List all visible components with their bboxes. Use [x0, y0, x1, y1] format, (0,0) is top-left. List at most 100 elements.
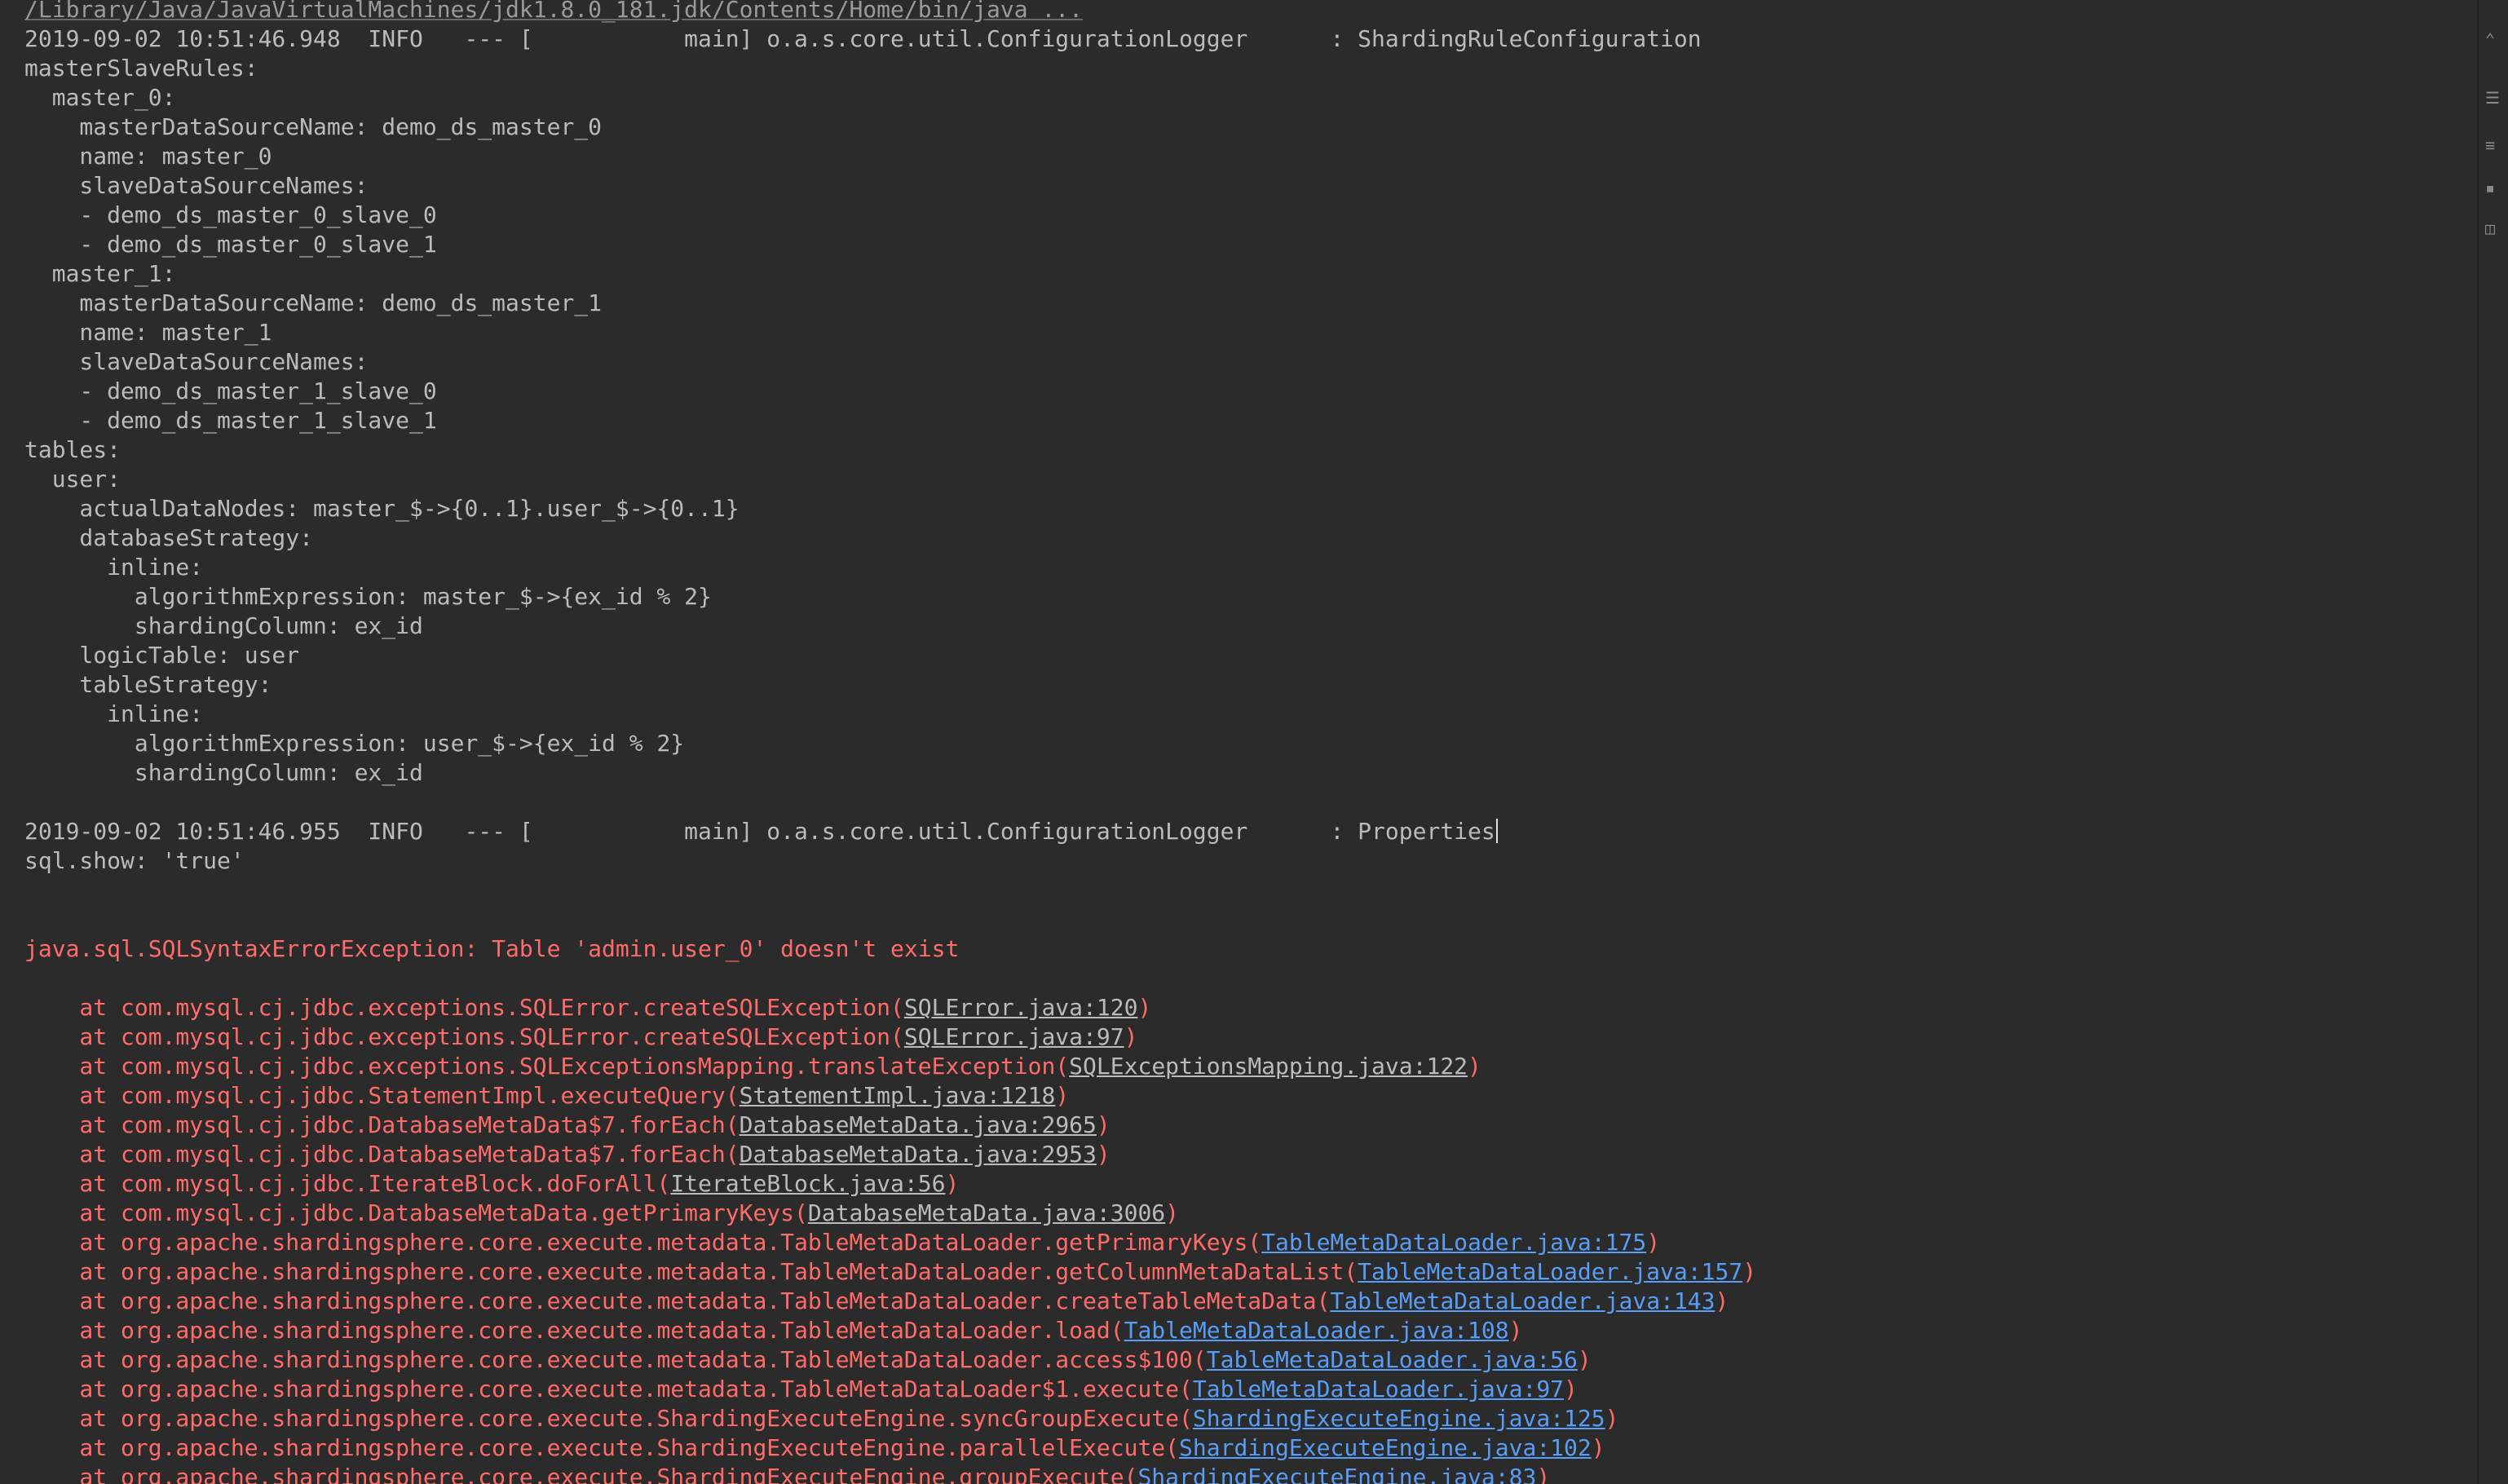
line-text: at com.mysql.cj.jdbc.DatabaseMetaData$7.…: [24, 1111, 740, 1138]
error-line: at org.apache.shardingsphere.core.execut…: [24, 1316, 1522, 1345]
line-text: name: master_0: [24, 143, 272, 170]
error-line: at org.apache.shardingsphere.core.execut…: [24, 1433, 1605, 1463]
line-text: shardingColumn: ex_id: [24, 612, 423, 639]
clear-all-icon[interactable]: ◫: [2485, 220, 2498, 236]
source-link[interactable]: SQLError.java:97: [904, 1023, 1124, 1050]
line-text: shardingColumn: ex_id: [24, 759, 423, 786]
console-output[interactable]: /Library/Java/JavaVirtualMachines/jdk1.8…: [0, 0, 2479, 1484]
line-text: databaseStrategy:: [24, 524, 314, 551]
log-line: master_1:: [24, 259, 176, 289]
error-line: at com.mysql.cj.jdbc.StatementImpl.execu…: [24, 1081, 1069, 1111]
source-link[interactable]: TableMetaDataLoader.java:157: [1358, 1258, 1742, 1285]
line-text: at org.apache.shardingsphere.core.execut…: [24, 1229, 1262, 1256]
log-line: algorithmExpression: user_$->{ex_id % 2}: [24, 729, 684, 758]
source-link[interactable]: TableMetaDataLoader.java:97: [1193, 1376, 1564, 1402]
line-text: at org.apache.shardingsphere.core.execut…: [24, 1287, 1331, 1314]
log-line: algorithmExpression: master_$->{ex_id % …: [24, 582, 712, 612]
line-text: - demo_ds_master_0_slave_1: [24, 231, 437, 258]
log-line: shardingColumn: ex_id: [24, 612, 423, 641]
line-text: at com.mysql.cj.jdbc.exceptions.SQLError…: [24, 1023, 904, 1050]
source-link[interactable]: StatementImpl.java:1218: [740, 1082, 1056, 1109]
log-line: - demo_ds_master_1_slave_1: [24, 406, 437, 435]
line-text: ): [1605, 1405, 1619, 1432]
line-text: ): [945, 1170, 960, 1197]
line-text: ): [1096, 1141, 1110, 1168]
console-toolbar: ⌃ ☰ ≡ ▪ ◫: [2477, 0, 2508, 1484]
source-link[interactable]: TableMetaDataLoader.java:143: [1330, 1287, 1715, 1314]
log-line: tableStrategy:: [24, 670, 272, 700]
line-text: tables:: [24, 436, 121, 463]
line-text: at org.apache.shardingsphere.core.execut…: [24, 1376, 1193, 1402]
line-text: ): [1096, 1111, 1110, 1138]
line-text: slaveDataSourceNames:: [24, 348, 369, 375]
error-line: at org.apache.shardingsphere.core.execut…: [24, 1287, 1729, 1316]
line-text: at com.mysql.cj.jdbc.exceptions.SQLError…: [24, 994, 904, 1021]
line-text: algorithmExpression: master_$->{ex_id % …: [24, 583, 712, 610]
line-text: slaveDataSourceNames:: [24, 172, 369, 199]
line-text: at com.mysql.cj.jdbc.DatabaseMetaData$7.…: [24, 1141, 740, 1168]
command-line: /Library/Java/JavaVirtualMachines/jdk1.8…: [24, 0, 1083, 24]
line-text: at com.mysql.cj.jdbc.StatementImpl.execu…: [24, 1082, 740, 1109]
error-line: at org.apache.shardingsphere.core.execut…: [24, 1345, 1592, 1375]
log-line: master_0:: [24, 83, 176, 113]
log-line: sql.show: 'true': [24, 846, 245, 876]
source-link[interactable]: DatabaseMetaData.java:2953: [740, 1141, 1097, 1168]
error-line: at com.mysql.cj.jdbc.DatabaseMetaData$7.…: [24, 1140, 1110, 1169]
error-line: at com.mysql.cj.jdbc.DatabaseMetaData.ge…: [24, 1199, 1179, 1228]
log-line: actualDataNodes: master_$->{0..1}.user_$…: [24, 494, 740, 523]
line-text: at com.mysql.cj.jdbc.DatabaseMetaData.ge…: [24, 1199, 808, 1226]
scroll-to-end-icon[interactable]: ≡: [2485, 137, 2498, 153]
source-link[interactable]: DatabaseMetaData.java:3006: [808, 1199, 1165, 1226]
line-text: java.sql.SQLSyntaxErrorException: Table …: [24, 935, 960, 962]
log-line: tables:: [24, 435, 121, 465]
log-line: masterSlaveRules:: [24, 54, 258, 83]
source-link[interactable]: TableMetaDataLoader.java:175: [1261, 1229, 1646, 1256]
line-text: ): [1124, 1023, 1138, 1050]
log-line: masterDataSourceName: demo_ds_master_0: [24, 113, 602, 142]
line-text: - demo_ds_master_0_slave_0: [24, 201, 437, 228]
error-line: java.sql.SQLSyntaxErrorException: Table …: [24, 934, 959, 964]
line-text: ): [1646, 1229, 1661, 1256]
log-line: masterDataSourceName: demo_ds_master_1: [24, 289, 602, 318]
line-text: - demo_ds_master_1_slave_1: [24, 407, 437, 434]
line-text: 2019-09-02 10:51:46.955 INFO --- [ main]…: [24, 818, 1495, 845]
source-link[interactable]: TableMetaDataLoader.java:108: [1124, 1317, 1509, 1344]
line-text: name: master_1: [24, 319, 272, 346]
source-link[interactable]: ShardingExecuteEngine.java:83: [1137, 1464, 1536, 1484]
line-text: inline:: [24, 700, 204, 727]
line-text: ): [1564, 1376, 1578, 1402]
source-link[interactable]: TableMetaDataLoader.java:56: [1207, 1346, 1578, 1373]
line-text: /Library/Java/JavaVirtualMachines/jdk1.8…: [24, 0, 1084, 23]
error-line: at org.apache.shardingsphere.core.execut…: [24, 1257, 1756, 1287]
line-text: ): [1577, 1346, 1592, 1373]
line-text: actualDataNodes: master_$->{0..1}.user_$…: [24, 495, 740, 522]
line-text: at org.apache.shardingsphere.core.execut…: [24, 1405, 1193, 1432]
source-link[interactable]: SQLExceptionsMapping.java:122: [1069, 1053, 1468, 1080]
print-icon[interactable]: ▪: [2485, 179, 2498, 196]
scroll-up-icon[interactable]: ⌃: [2485, 31, 2498, 47]
line-text: 2019-09-02 10:51:46.948 INFO --- [ main]…: [24, 25, 1702, 52]
error-line: at org.apache.shardingsphere.core.execut…: [24, 1375, 1578, 1404]
line-text: ): [1591, 1434, 1605, 1461]
line-text: at com.mysql.cj.jdbc.exceptions.SQLExcep…: [24, 1053, 1070, 1080]
source-link[interactable]: DatabaseMetaData.java:2965: [740, 1111, 1097, 1138]
line-text: at org.apache.shardingsphere.core.execut…: [24, 1434, 1180, 1461]
source-link[interactable]: ShardingExecuteEngine.java:125: [1193, 1405, 1605, 1432]
source-link[interactable]: IterateBlock.java:56: [670, 1170, 945, 1197]
line-text: user:: [24, 466, 121, 492]
log-line: shardingColumn: ex_id: [24, 758, 423, 788]
log-line: databaseStrategy:: [24, 523, 313, 553]
line-text: tableStrategy:: [24, 671, 272, 698]
line-text: ): [1536, 1464, 1551, 1484]
source-link[interactable]: ShardingExecuteEngine.java:102: [1179, 1434, 1592, 1461]
line-text: master_1:: [24, 260, 176, 287]
source-link[interactable]: SQLError.java:120: [904, 994, 1138, 1021]
soft-wrap-icon[interactable]: ☰: [2485, 90, 2500, 106]
line-text: sql.show: 'true': [24, 847, 245, 874]
log-line: - demo_ds_master_0_slave_0: [24, 201, 437, 230]
log-line: name: master_1: [24, 318, 272, 347]
log-line: 2019-09-02 10:51:46.955 INFO --- [ main]…: [24, 817, 1498, 846]
text-caret: [1495, 819, 1498, 843]
error-line: at com.mysql.cj.jdbc.exceptions.SQLError…: [24, 993, 1151, 1022]
line-text: masterSlaveRules:: [24, 55, 258, 82]
